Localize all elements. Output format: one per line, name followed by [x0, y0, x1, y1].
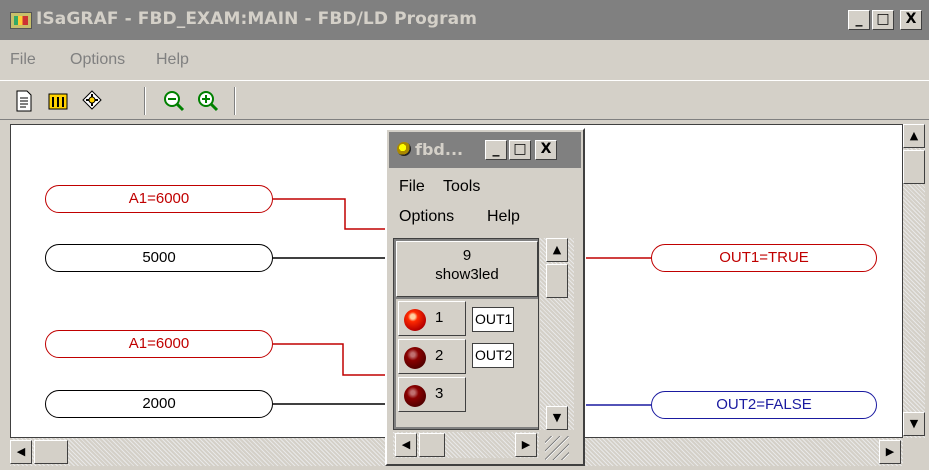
fbd-menu-options[interactable]: Options: [399, 208, 454, 226]
fbd-menu-file[interactable]: File: [399, 178, 425, 196]
wire-a1-2: [273, 343, 387, 376]
document-icon[interactable]: [12, 89, 36, 113]
scroll-down-icon[interactable]: ▼: [903, 412, 925, 436]
led-output-label-1: OUT1: [472, 307, 514, 332]
menu-file[interactable]: File: [10, 51, 36, 69]
window-title: ISaGRAF - FBD_EXAM:MAIN - FBD/LD Program: [36, 9, 478, 29]
output-out1[interactable]: OUT1=TRUE: [651, 244, 877, 272]
led-on-icon: [404, 309, 426, 331]
title-bar: ISaGRAF - FBD_EXAM:MAIN - FBD/LD Program…: [0, 0, 929, 40]
fbd-maximize-button[interactable]: □: [509, 140, 531, 160]
input-constant-5000[interactable]: 5000: [45, 244, 273, 272]
toolbar: [0, 80, 929, 120]
fbd-block-header[interactable]: 9 show3led: [396, 241, 538, 297]
fbd-window-title: fbd...: [415, 140, 464, 159]
chart-icon[interactable]: [46, 89, 70, 113]
led-off-icon: [404, 347, 426, 369]
scroll-right-icon[interactable]: ▶: [879, 440, 901, 464]
led-index: 2: [435, 347, 444, 364]
scroll-right-icon[interactable]: ▶: [515, 433, 537, 457]
menu-options[interactable]: Options: [70, 51, 125, 69]
fbd-minimize-button[interactable]: _: [485, 140, 507, 160]
fbd-spy-window[interactable]: fbd... _ □ X File Tools Options Help 9 s…: [385, 128, 585, 466]
scroll-down-icon[interactable]: ▼: [546, 406, 568, 430]
wire-a1-1: [273, 198, 387, 230]
led-off-icon: [404, 385, 426, 407]
zoom-out-icon[interactable]: [162, 89, 186, 113]
scroll-left-icon[interactable]: ◀: [10, 440, 32, 464]
scroll-thumb[interactable]: [903, 150, 925, 184]
fbd-horizontal-scrollbar[interactable]: ◀ ▶: [393, 432, 539, 458]
toolbar-separator: [234, 87, 236, 115]
led-row-3[interactable]: 3: [398, 377, 466, 412]
toolbar-separator: [144, 87, 146, 115]
zoom-in-icon[interactable]: [196, 89, 220, 113]
block-name: show3led: [435, 266, 499, 283]
scroll-up-icon[interactable]: ▲: [903, 124, 925, 148]
fbd-app-icon[interactable]: [397, 142, 411, 156]
scroll-thumb[interactable]: [419, 433, 445, 457]
led-rows: 1 OUT1 2 OUT2 3: [396, 299, 538, 427]
fbd-menu-help[interactable]: Help: [487, 208, 520, 226]
resize-grip-icon[interactable]: [545, 436, 569, 460]
network-icon[interactable]: [80, 89, 104, 113]
input-variable-a1-second[interactable]: A1=6000: [45, 330, 273, 358]
fbd-menu-tools[interactable]: Tools: [443, 178, 480, 196]
led-index: 3: [435, 385, 444, 402]
vertical-scrollbar[interactable]: ▲ ▼: [903, 124, 925, 438]
block-number: 9: [462, 247, 472, 264]
led-row-2[interactable]: 2: [398, 339, 466, 374]
led-index: 1: [435, 309, 444, 326]
fbd-block-view: 9 show3led 1 OUT1 2 OUT2 3: [393, 238, 539, 430]
isagraf-app-icon[interactable]: [10, 12, 32, 29]
fbd-close-button[interactable]: X: [535, 140, 557, 160]
output-out2[interactable]: OUT2=FALSE: [651, 391, 877, 419]
scroll-thumb[interactable]: [34, 440, 68, 464]
maximize-button[interactable]: □: [872, 10, 894, 30]
close-button[interactable]: X: [900, 10, 922, 30]
led-row-1[interactable]: 1: [398, 301, 466, 336]
menu-help[interactable]: Help: [156, 51, 189, 69]
scroll-thumb[interactable]: [546, 264, 568, 298]
led-output-label-2: OUT2: [472, 343, 514, 368]
input-constant-2000[interactable]: 2000: [45, 390, 273, 418]
minimize-button[interactable]: _: [848, 10, 870, 30]
scroll-up-icon[interactable]: ▲: [546, 238, 568, 262]
input-variable-a1-first[interactable]: A1=6000: [45, 185, 273, 213]
fbd-vertical-scrollbar[interactable]: ▲ ▼: [540, 238, 574, 430]
fbd-window-title-bar[interactable]: fbd... _ □ X: [389, 132, 581, 168]
scroll-left-icon[interactable]: ◀: [395, 433, 417, 457]
menu-bar: File Options Help: [0, 44, 929, 74]
